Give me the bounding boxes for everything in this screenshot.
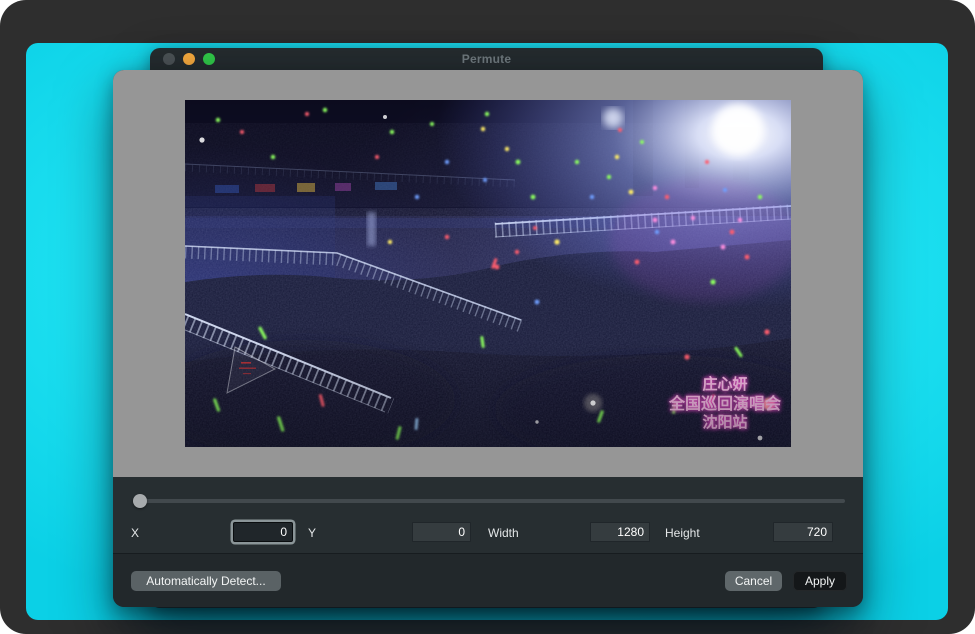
video-preview[interactable]: 庄心妍 全国巡回演唱会 沈阳站 [185,100,791,447]
window-title: Permute [150,52,823,66]
video-frame-graphic: 庄心妍 全国巡回演唱会 沈阳站 [185,100,791,447]
height-label: Height [665,526,700,540]
cancel-button[interactable]: Cancel [725,571,782,591]
crop-slider-thumb[interactable] [133,494,147,508]
outer-frame: Permute [0,0,975,634]
apply-button[interactable]: Apply [793,571,847,591]
title-bar: Permute [150,48,823,70]
crop-dialog: 庄心妍 全国巡回演唱会 沈阳站 X Y Width Height Automat… [113,70,863,607]
x-label: X [131,526,139,540]
height-input[interactable] [773,522,833,542]
y-input[interactable] [412,522,471,542]
automatically-detect-button[interactable]: Automatically Detect... [131,571,281,591]
preview-area: 庄心妍 全国巡回演唱会 沈阳站 [113,70,863,477]
crop-slider-track[interactable] [133,499,845,503]
width-input[interactable] [590,522,650,542]
footer-bar: Automatically Detect... Cancel Apply [113,554,863,607]
y-label: Y [308,526,316,540]
x-input[interactable] [233,522,293,542]
width-label: Width [488,526,519,540]
